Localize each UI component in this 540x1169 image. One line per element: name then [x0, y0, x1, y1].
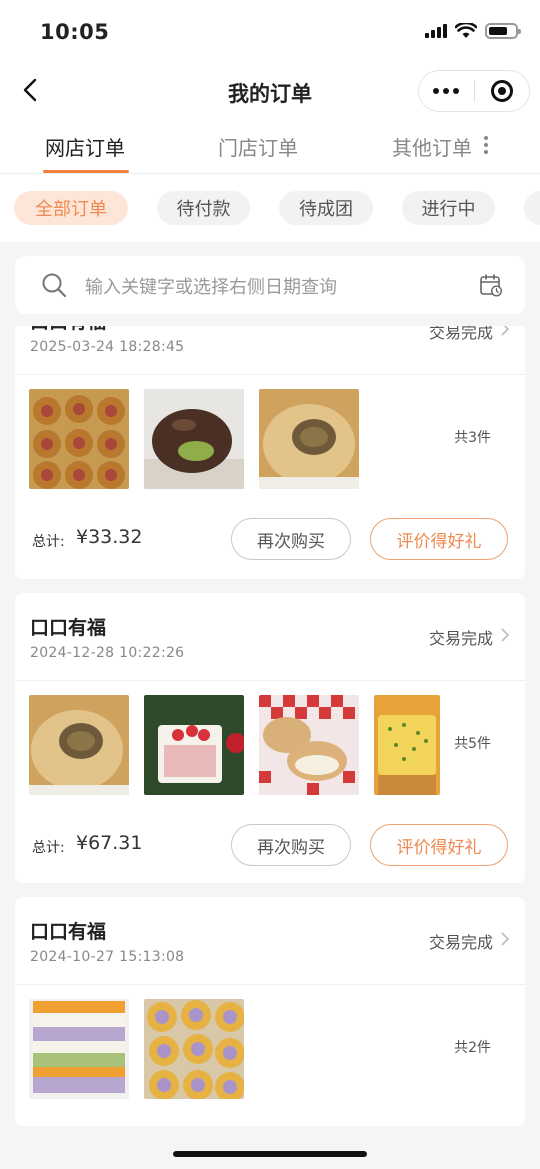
chocolate-donut-image[interactable] [144, 389, 244, 489]
meat-floss-bun-image[interactable] [259, 389, 359, 489]
layer-cake-image[interactable] [29, 999, 129, 1099]
item-count: 共5件 [454, 736, 491, 752]
order-card[interactable]: 口口有福 2024-12-28 10:22:26 交易完成 共5件 总计: ¥6… [15, 593, 525, 883]
order-type-tabs: 网店订单 门店订单 其他订单 [0, 120, 540, 174]
calendar-icon[interactable] [479, 273, 503, 297]
nav-bar: 我的订单 [0, 62, 540, 120]
chevron-right-icon [501, 326, 510, 336]
search-bar[interactable]: 输入关键字或选择右侧日期查询 [15, 256, 525, 314]
status-time: 10:05 [40, 20, 110, 44]
rebuy-button[interactable]: 再次购买 [231, 824, 351, 866]
review-button[interactable]: 评价得好礼 [370, 518, 508, 560]
tab-other-orders[interactable]: 其他订单 [392, 132, 472, 161]
total-label: 总计: [32, 534, 65, 550]
order-card[interactable]: 口口有福 2024-10-27 15:13:08 交易完成 共2件 [15, 897, 525, 1126]
shop-name: 口口有福 [30, 326, 106, 334]
order-status: 交易完成 [428, 629, 493, 648]
total-amount: ¥67.31 [76, 832, 143, 854]
filter-pending-group[interactable]: 待成团 [279, 191, 373, 225]
shop-name: 口口有福 [30, 617, 107, 639]
status-bar: 10:05 [0, 0, 540, 62]
tab-store-orders[interactable]: 门店订单 [218, 132, 298, 161]
total-amount: ¥33.32 [76, 526, 143, 548]
order-list-screen: 10:05 我的订单 网店订单 门店订单 其他订单 全部订单 待付款 待成团 进… [0, 0, 540, 1169]
cream-bun-image[interactable] [259, 695, 359, 795]
rebuy-button[interactable]: 再次购买 [231, 518, 351, 560]
sausage-bread-image[interactable] [29, 389, 129, 489]
wifi-icon [455, 23, 477, 38]
status-filter-bar: 全部订单 待付款 待成团 进行中 [0, 174, 540, 242]
filter-in-progress[interactable]: 进行中 [402, 191, 495, 225]
order-card[interactable]: 口口有福 2025-03-24 18:28:45 交易完成 [15, 326, 525, 579]
close-miniprogram-button[interactable] [475, 71, 530, 111]
chevron-right-icon [501, 628, 510, 642]
home-indicator[interactable] [173, 1151, 367, 1157]
order-status: 交易完成 [428, 326, 493, 342]
active-tab-indicator [43, 170, 129, 173]
chevron-right-icon [501, 932, 510, 946]
battery-icon [485, 23, 521, 39]
order-list: 口口有福 2025-03-24 18:28:45 交易完成 [0, 326, 540, 1126]
miniprogram-capsule [418, 70, 530, 112]
signal-icon [425, 24, 447, 38]
total-label: 总计: [32, 840, 65, 856]
order-time: 2024-12-28 10:22:26 [30, 645, 185, 661]
order-status: 交易完成 [428, 933, 493, 952]
card-divider [15, 984, 525, 985]
shop-name: 口口有福 [30, 921, 107, 943]
tab-online-orders[interactable]: 网店订单 [45, 132, 125, 161]
order-time: 2025-03-24 18:28:45 [30, 339, 185, 355]
card-divider [15, 374, 525, 375]
target-icon [490, 80, 513, 102]
more-dots-icon [433, 88, 440, 94]
order-time: 2024-10-27 15:13:08 [30, 949, 185, 965]
filter-all-orders[interactable]: 全部订单 [14, 191, 128, 225]
filter-pending-payment[interactable]: 待付款 [157, 191, 250, 225]
vertical-more-icon[interactable] [484, 136, 488, 154]
filter-next-partial[interactable] [524, 191, 540, 225]
taro-roll-image[interactable] [144, 999, 244, 1099]
strawberry-cake-image[interactable] [144, 695, 244, 795]
cheese-toast-image[interactable] [374, 695, 440, 795]
more-menu-button[interactable] [419, 71, 474, 111]
meat-floss-bun-image[interactable] [29, 695, 129, 795]
card-divider [15, 680, 525, 681]
status-icons [425, 23, 521, 39]
item-count: 共2件 [454, 1040, 491, 1056]
search-input[interactable]: 输入关键字或选择右侧日期查询 [85, 273, 337, 299]
search-icon [42, 273, 67, 298]
item-count: 共3件 [454, 430, 491, 446]
review-button[interactable]: 评价得好礼 [370, 824, 508, 866]
